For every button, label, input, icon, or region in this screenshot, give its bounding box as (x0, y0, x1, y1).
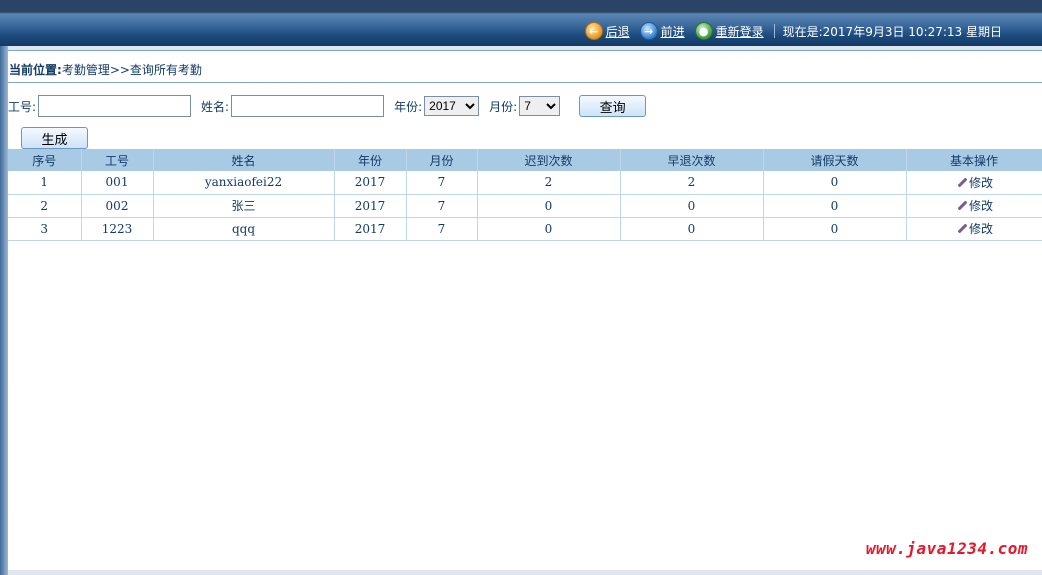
header-early: 早退次数 (620, 149, 764, 171)
cell-leave: 0 (763, 171, 907, 195)
cell-year: 2017 (334, 171, 407, 195)
cell-month: 7 (406, 217, 478, 241)
cell-name: 张三 (153, 194, 335, 218)
table-row: 1 001 yanxiaofei22 2017 7 2 2 0 修改 (8, 171, 1042, 195)
year-select[interactable]: 2017 (424, 96, 480, 116)
month-select[interactable]: 7 (519, 96, 561, 116)
attendance-table: 序号 工号 姓名 年份 月份 迟到次数 早退次数 请假天数 基本操作 1 001… (8, 149, 1042, 241)
edit-link[interactable]: 修改 (955, 197, 993, 214)
cell-empno: 001 (81, 171, 154, 195)
cell-actions: 修改 (906, 194, 1042, 218)
table-row: 2 002 张三 2017 7 0 0 0 修改 (8, 194, 1042, 218)
relogin-label: 重新登录 (715, 24, 764, 39)
cell-actions: 修改 (906, 171, 1042, 195)
cell-month: 7 (406, 194, 478, 218)
cell-name: qqq (153, 217, 335, 241)
empno-label: 工号: (8, 99, 37, 114)
table-row: 3 1223 qqq 2017 7 0 0 0 修改 (8, 217, 1042, 241)
pencil-icon (955, 199, 967, 211)
breadcrumb: 当前位置:考勤管理>>查询所有考勤 (8, 61, 1042, 83)
table-header-row: 序号 工号 姓名 年份 月份 迟到次数 早退次数 请假天数 基本操作 (8, 149, 1042, 171)
cell-month: 7 (406, 171, 478, 195)
cell-leave: 0 (763, 194, 907, 218)
back-arrow-icon: ← (584, 22, 603, 40)
cell-year: 2017 (334, 217, 407, 241)
cell-early: 2 (620, 171, 764, 195)
cell-name: yanxiaofei22 (153, 171, 335, 195)
header-month: 月份 (406, 149, 478, 171)
header-late: 迟到次数 (477, 149, 621, 171)
edit-link[interactable]: 修改 (955, 174, 993, 191)
search-form: 工号: 姓名: 年份: 2017 月份: 7 查询 (8, 93, 647, 119)
breadcrumb-label: 当前位置: (9, 63, 62, 77)
month-label: 月份: (489, 99, 518, 114)
edit-label: 修改 (968, 221, 993, 236)
year-label: 年份: (394, 99, 423, 114)
cell-seq: 3 (8, 217, 82, 241)
header-seq: 序号 (8, 149, 82, 171)
forward-button[interactable]: → 前进 (639, 22, 685, 40)
relogin-button[interactable]: ● 重新登录 (694, 22, 764, 40)
cell-empno: 002 (81, 194, 154, 218)
back-label: 后退 (605, 24, 630, 39)
empno-input[interactable] (38, 95, 192, 117)
relogin-icon: ● (694, 22, 713, 40)
nav-divider (773, 24, 775, 38)
header-year: 年份 (334, 149, 407, 171)
watermark: www.java1234.com (865, 539, 1028, 558)
query-button[interactable]: 查询 (579, 95, 647, 117)
edit-label: 修改 (968, 198, 993, 213)
edit-label: 修改 (968, 175, 993, 190)
name-input[interactable] (231, 95, 385, 117)
cell-actions: 修改 (906, 217, 1042, 241)
cell-seq: 1 (8, 171, 82, 195)
forward-arrow-icon: → (639, 22, 658, 40)
pencil-icon (955, 176, 967, 188)
edit-link[interactable]: 修改 (955, 220, 993, 237)
pencil-icon (955, 222, 967, 234)
generate-button[interactable]: 生成 (21, 127, 88, 149)
cell-empno: 1223 (81, 217, 154, 241)
header-name: 姓名 (153, 149, 335, 171)
header-leave: 请假天数 (763, 149, 907, 171)
name-label: 姓名: (201, 99, 230, 114)
cell-late: 0 (477, 194, 621, 218)
cell-seq: 2 (8, 194, 82, 218)
cell-late: 2 (477, 171, 621, 195)
cell-leave: 0 (763, 217, 907, 241)
cell-early: 0 (620, 194, 764, 218)
forward-label: 前进 (660, 24, 685, 39)
main-content: 当前位置:考勤管理>>查询所有考勤 工号: 姓名: 年份: 2017 月份: 7… (8, 50, 1042, 570)
top-nav: ← 后退 → 前进 ● 重新登录 现在是:2017年9月3日 10:27:13 … (575, 20, 1002, 42)
cell-year: 2017 (334, 194, 407, 218)
cell-late: 0 (477, 217, 621, 241)
left-frame-strip (0, 46, 8, 575)
top-header: ← 后退 → 前进 ● 重新登录 现在是:2017年9月3日 10:27:13 … (0, 0, 1042, 46)
header-actions: 基本操作 (906, 149, 1042, 171)
header-empno: 工号 (81, 149, 154, 171)
breadcrumb-path: 考勤管理>>查询所有考勤 (61, 63, 202, 77)
current-time: 现在是:2017年9月3日 10:27:13 星期日 (782, 24, 1002, 39)
back-button[interactable]: ← 后退 (584, 22, 630, 40)
cell-early: 0 (620, 217, 764, 241)
